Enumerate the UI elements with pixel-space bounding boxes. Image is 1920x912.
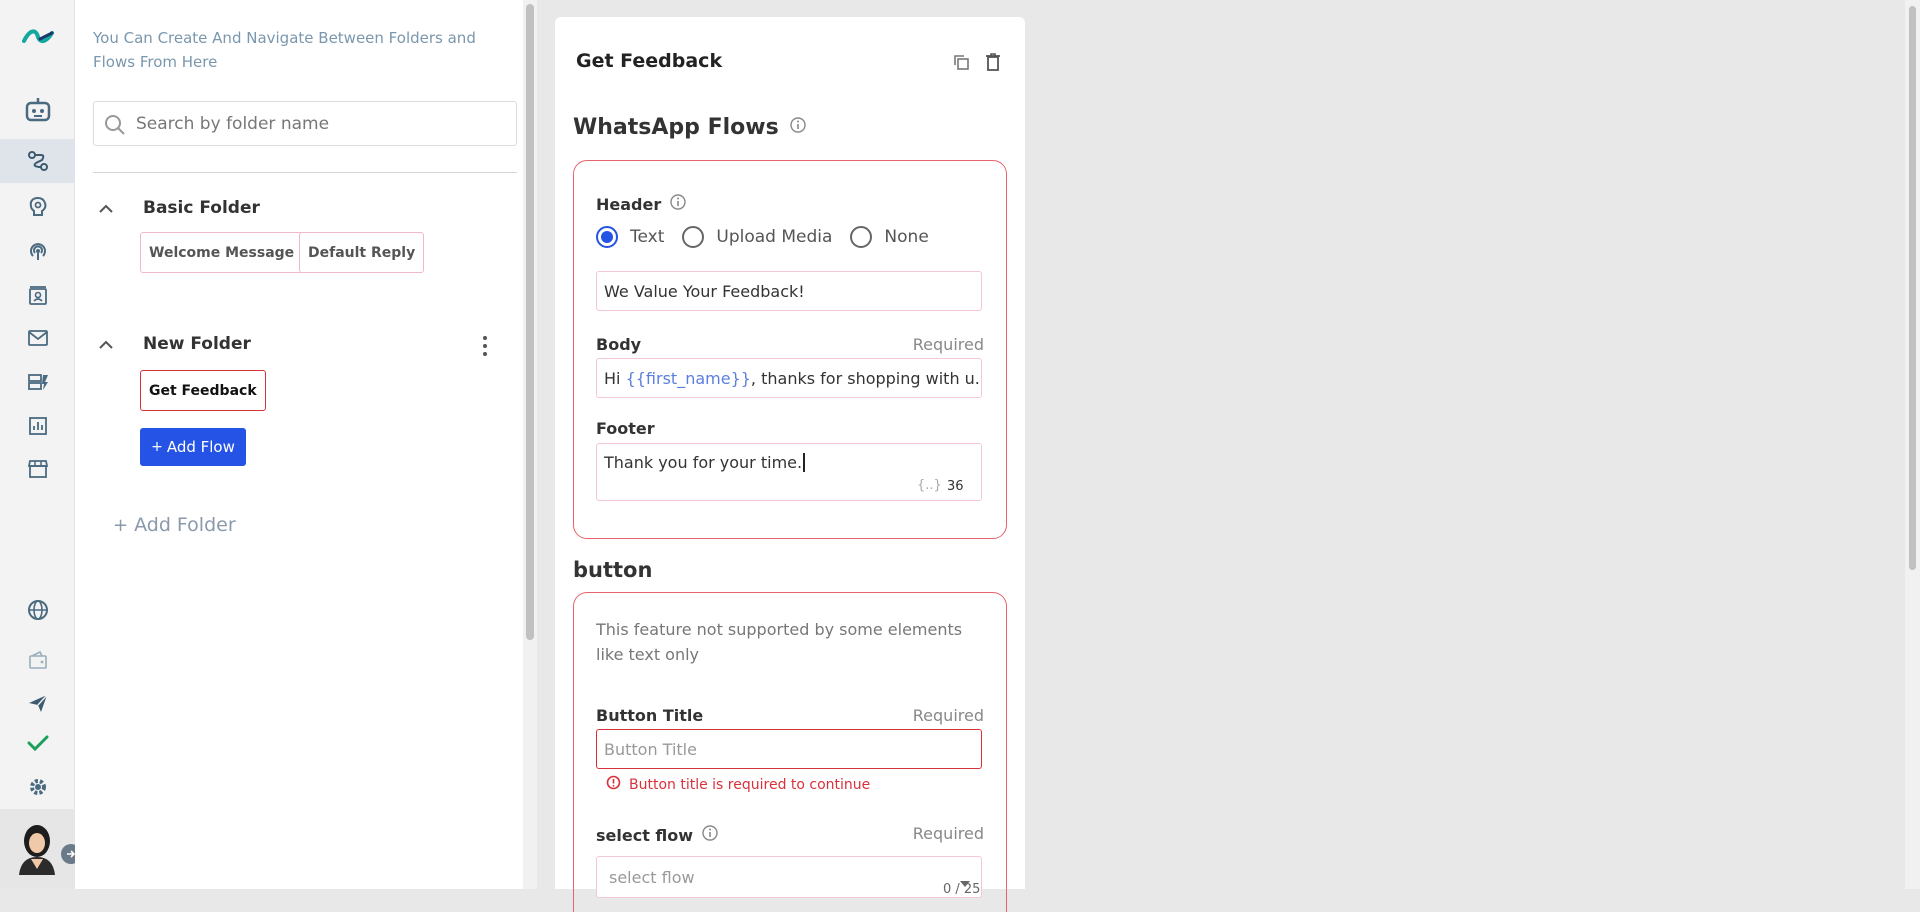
- user-avatar-area: [0, 809, 81, 889]
- info-icon[interactable]: [669, 193, 687, 215]
- footer-char-count: 36: [947, 479, 964, 494]
- contacts-icon[interactable]: [0, 274, 75, 318]
- flow-editor-card: Get Feedback WhatsApp Flows Header Text …: [555, 17, 1025, 912]
- store-icon[interactable]: [0, 447, 75, 491]
- search-icon: [104, 114, 126, 140]
- folder-new[interactable]: New Folder: [95, 333, 251, 355]
- folder-panel-scrollbar[interactable]: [523, 0, 537, 889]
- folder-name: New Folder: [143, 334, 251, 354]
- analytics-icon[interactable]: [0, 404, 75, 448]
- bot-icon[interactable]: [0, 88, 75, 132]
- radio-none[interactable]: None: [850, 226, 929, 248]
- radio-upload-media[interactable]: Upload Media: [682, 226, 832, 248]
- logo-icon[interactable]: [0, 15, 75, 59]
- icon-rail: [0, 0, 81, 889]
- wallet-icon[interactable]: [0, 638, 75, 682]
- button-config-box: This feature not supported by some eleme…: [573, 592, 1007, 912]
- brain-icon[interactable]: [0, 184, 75, 228]
- info-icon[interactable]: [701, 824, 719, 846]
- plus-icon: +: [113, 514, 129, 536]
- divider: [93, 172, 517, 173]
- flow-chip-get-feedback[interactable]: Get Feedback: [140, 370, 266, 411]
- editor-title: Get Feedback: [576, 50, 723, 72]
- footer-label: Footer: [596, 419, 655, 438]
- button-title-required: Required: [912, 706, 984, 725]
- campaign-icon[interactable]: [0, 360, 75, 404]
- select-flow-count: 0 / 25: [943, 882, 981, 897]
- button-title-input[interactable]: Button Title: [596, 729, 982, 769]
- select-flow-dropdown[interactable]: select flow: [596, 856, 982, 898]
- info-icon[interactable]: [789, 115, 807, 140]
- flow-chip-default-reply[interactable]: Default Reply: [299, 232, 425, 273]
- folder-search[interactable]: [93, 101, 517, 146]
- header-label: Header: [596, 193, 687, 215]
- button-title-error: Button title is required to continue: [606, 775, 870, 794]
- variable-picker-icon[interactable]: {..}: [917, 478, 942, 493]
- radio-button[interactable]: [682, 226, 705, 248]
- radio-button[interactable]: [596, 226, 618, 248]
- folder-panel: You Can Create And Navigate Between Fold…: [75, 0, 523, 889]
- body-input[interactable]: Hi {{first_name}}, thanks for shopping w…: [596, 358, 982, 398]
- delete-icon[interactable]: [982, 51, 1004, 73]
- mail-icon[interactable]: [0, 316, 75, 360]
- globe-icon[interactable]: [0, 588, 75, 632]
- radio-text[interactable]: Text: [596, 226, 664, 248]
- text-cursor: [803, 453, 805, 472]
- body-label: Body: [596, 335, 642, 354]
- select-flow-label: select flow: [596, 824, 719, 846]
- avatar[interactable]: [17, 823, 57, 875]
- chevron-up-icon[interactable]: [95, 333, 117, 355]
- button-title-label: Button Title: [596, 706, 704, 725]
- chevron-up-icon[interactable]: [95, 197, 117, 219]
- select-flow-required: Required: [912, 824, 984, 843]
- send-icon[interactable]: [0, 681, 75, 725]
- check-icon[interactable]: [0, 721, 75, 765]
- header-text-input[interactable]: We Value Your Feedback!: [596, 271, 982, 311]
- search-input[interactable]: [136, 102, 506, 145]
- folder-basic[interactable]: Basic Folder: [95, 197, 260, 219]
- whatsapp-flows-title: WhatsApp Flows: [573, 115, 807, 140]
- radio-button[interactable]: [850, 226, 873, 248]
- add-flow-button[interactable]: + Add Flow: [140, 428, 246, 466]
- plus-icon: +: [151, 439, 163, 455]
- settings-icon[interactable]: [0, 765, 75, 809]
- page-scrollbar[interactable]: [1905, 0, 1920, 889]
- folder-hint: You Can Create And Navigate Between Fold…: [93, 29, 476, 71]
- button-section-title: button: [573, 558, 653, 582]
- button-hint: This feature not supported by some eleme…: [596, 620, 963, 664]
- body-required: Required: [912, 335, 984, 354]
- flow-chip-welcome-message[interactable]: Welcome Message: [140, 232, 304, 273]
- footer-input[interactable]: Thank you for your time. {..} 36: [596, 443, 982, 501]
- folder-name: Basic Folder: [143, 198, 260, 218]
- header-type-radio-group: Text Upload Media None: [596, 226, 947, 248]
- flows-icon[interactable]: [0, 139, 75, 183]
- message-content-box: Header Text Upload Media None We Value Y…: [573, 160, 1007, 539]
- folder-menu-icon[interactable]: [473, 332, 497, 360]
- error-icon: [606, 775, 621, 794]
- variable-token: {{first_name}}: [625, 368, 751, 388]
- copy-icon[interactable]: [950, 51, 972, 73]
- broadcast-icon[interactable]: [0, 229, 75, 273]
- add-folder-button[interactable]: + Add Folder: [113, 514, 236, 536]
